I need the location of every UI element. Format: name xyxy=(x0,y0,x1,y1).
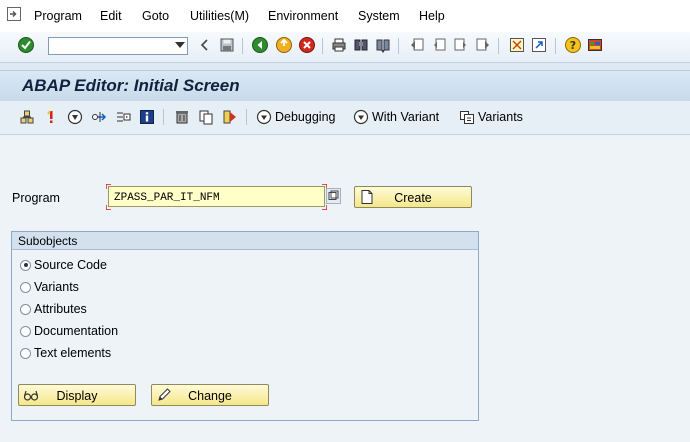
radio-source-code[interactable]: Source Code xyxy=(20,257,107,273)
radio-icon[interactable] xyxy=(20,303,31,315)
cancel-icon[interactable] xyxy=(298,36,316,54)
with-variant-label: With Variant xyxy=(372,110,440,124)
toolbar-separator xyxy=(398,38,399,54)
save-icon[interactable] xyxy=(218,36,236,54)
radio-icon[interactable] xyxy=(20,281,31,293)
menu-help[interactable]: Help xyxy=(419,9,445,23)
svg-text:?: ? xyxy=(570,39,576,52)
customize-layout-icon[interactable] xyxy=(586,36,604,54)
required-marker-icon xyxy=(322,205,327,210)
create-label: Create xyxy=(394,191,432,205)
display-button[interactable]: Display xyxy=(18,384,136,406)
help-icon[interactable]: ? xyxy=(564,36,582,54)
command-input[interactable] xyxy=(51,39,173,55)
with-variant-icon xyxy=(353,109,369,125)
info-icon[interactable] xyxy=(138,108,156,126)
rename-icon[interactable] xyxy=(221,108,239,126)
delete-icon[interactable] xyxy=(173,108,191,126)
toolbar-separator xyxy=(555,38,556,54)
system-menu-icon[interactable] xyxy=(6,6,22,22)
value-help-icon xyxy=(328,190,339,200)
radio-icon[interactable] xyxy=(20,347,31,359)
create-button[interactable]: Create xyxy=(354,186,472,208)
subobjects-header: Subobjects xyxy=(12,232,478,250)
find-icon[interactable] xyxy=(352,36,370,54)
radio-label: Attributes xyxy=(34,302,87,316)
exit-icon[interactable] xyxy=(275,36,293,54)
radio-text-elements[interactable]: Text elements xyxy=(20,345,111,361)
copy-icon[interactable] xyxy=(197,108,215,126)
radio-label: Documentation xyxy=(34,324,119,338)
radio-variants[interactable]: Variants xyxy=(20,279,79,295)
required-marker-icon xyxy=(106,205,111,210)
back-icon[interactable] xyxy=(251,36,269,54)
toolbar-separator xyxy=(322,38,323,54)
menu-environment[interactable]: Environment xyxy=(268,9,338,23)
radio-documentation[interactable]: Documentation xyxy=(20,323,118,339)
menu-bar: Program Edit Goto Utilities(M) Environme… xyxy=(0,0,690,32)
with-variant-button[interactable]: With Variant xyxy=(353,108,439,126)
toolbar-separator xyxy=(246,109,247,125)
toolbar-separator xyxy=(242,38,243,54)
first-page-icon[interactable] xyxy=(408,36,426,54)
debugging-label: Debugging xyxy=(275,110,336,124)
debugging-icon xyxy=(256,109,272,125)
debugging-button[interactable]: Debugging xyxy=(256,108,335,126)
menu-program[interactable]: Program xyxy=(34,9,82,23)
change-label: Change xyxy=(188,389,232,403)
display-label: Display xyxy=(56,389,98,403)
program-input[interactable] xyxy=(112,188,321,207)
find-next-icon[interactable] xyxy=(374,36,392,54)
menu-utilities[interactable]: Utilities(M) xyxy=(190,9,249,23)
title-bar: ABAP Editor: Initial Screen xyxy=(0,70,690,101)
radio-attributes[interactable]: Attributes xyxy=(20,301,87,317)
last-page-icon[interactable] xyxy=(474,36,492,54)
radio-label: Source Code xyxy=(34,258,107,272)
change-button[interactable]: Change xyxy=(151,384,269,406)
radio-selected-icon[interactable] xyxy=(20,259,31,271)
shortcut-icon[interactable] xyxy=(530,36,548,54)
back-nav-icon[interactable] xyxy=(196,36,214,54)
toolbar-separator xyxy=(498,38,499,54)
radio-icon[interactable] xyxy=(20,325,31,337)
page-title: ABAP Editor: Initial Screen xyxy=(22,76,240,95)
menu-goto[interactable]: Goto xyxy=(142,9,169,23)
toolbar-separator xyxy=(163,109,164,125)
menu-system[interactable]: System xyxy=(358,9,400,23)
command-field[interactable] xyxy=(48,37,188,55)
enter-icon[interactable] xyxy=(17,36,35,54)
check-icon[interactable] xyxy=(42,108,60,126)
execute-icon[interactable] xyxy=(114,108,132,126)
prev-page-icon[interactable] xyxy=(430,36,448,54)
variants-icon xyxy=(460,111,474,124)
new-session-icon[interactable] xyxy=(508,36,526,54)
next-page-icon[interactable] xyxy=(452,36,470,54)
print-icon[interactable] xyxy=(330,36,348,54)
program-field[interactable] xyxy=(108,186,325,207)
chevron-down-icon[interactable] xyxy=(175,42,185,48)
activate-icon[interactable] xyxy=(66,108,84,126)
radio-label: Text elements xyxy=(34,346,112,360)
program-label: Program xyxy=(12,191,60,205)
value-help-button[interactable] xyxy=(326,188,341,204)
variants-button[interactable]: Variants xyxy=(459,108,523,126)
object-list-icon[interactable] xyxy=(18,108,36,126)
required-marker-icon xyxy=(106,184,111,189)
menu-edit[interactable]: Edit xyxy=(100,9,122,23)
variants-label: Variants xyxy=(478,110,523,124)
radio-label: Variants xyxy=(34,280,79,294)
subobjects-title: Subobjects xyxy=(18,234,78,248)
where-used-icon[interactable] xyxy=(90,108,108,126)
